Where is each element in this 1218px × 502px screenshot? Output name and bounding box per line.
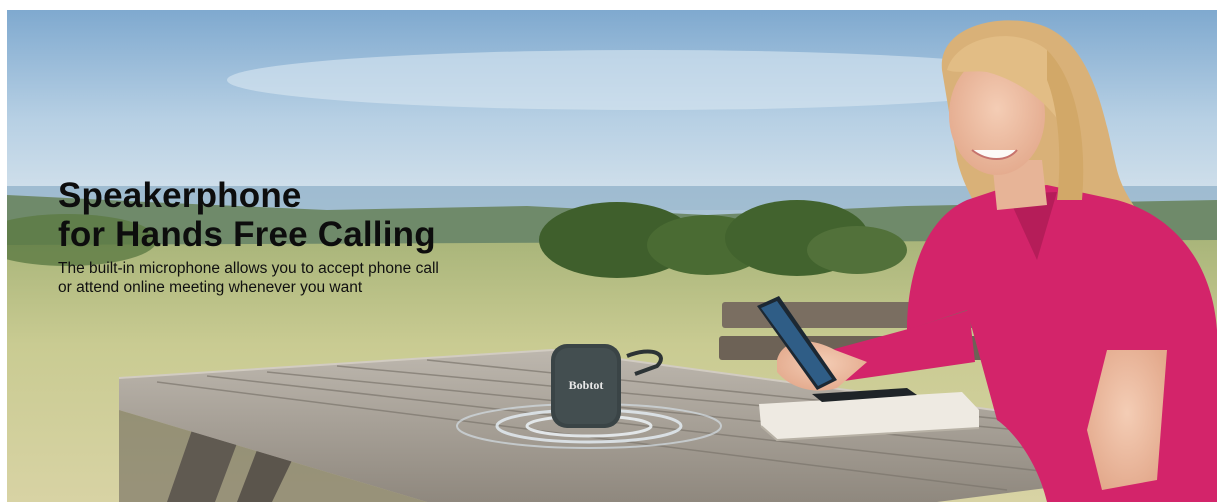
headline: Speakerphone for Hands Free Calling [58, 176, 439, 254]
description: The built-in microphone allows you to ac… [58, 259, 439, 297]
headline-line-1: Speakerphone [58, 176, 302, 215]
speaker-brand-text: Bobtot [569, 378, 604, 392]
headline-line-2: for Hands Free Calling [58, 215, 436, 254]
description-line-2: or attend online meeting whenever you wa… [58, 279, 363, 296]
product-banner: Bobtot Speakerphone for Hands Free Calli… [7, 10, 1217, 502]
description-line-1: The built-in microphone allows you to ac… [58, 260, 439, 277]
banner-copy: Speakerphone for Hands Free Calling The … [58, 176, 439, 297]
